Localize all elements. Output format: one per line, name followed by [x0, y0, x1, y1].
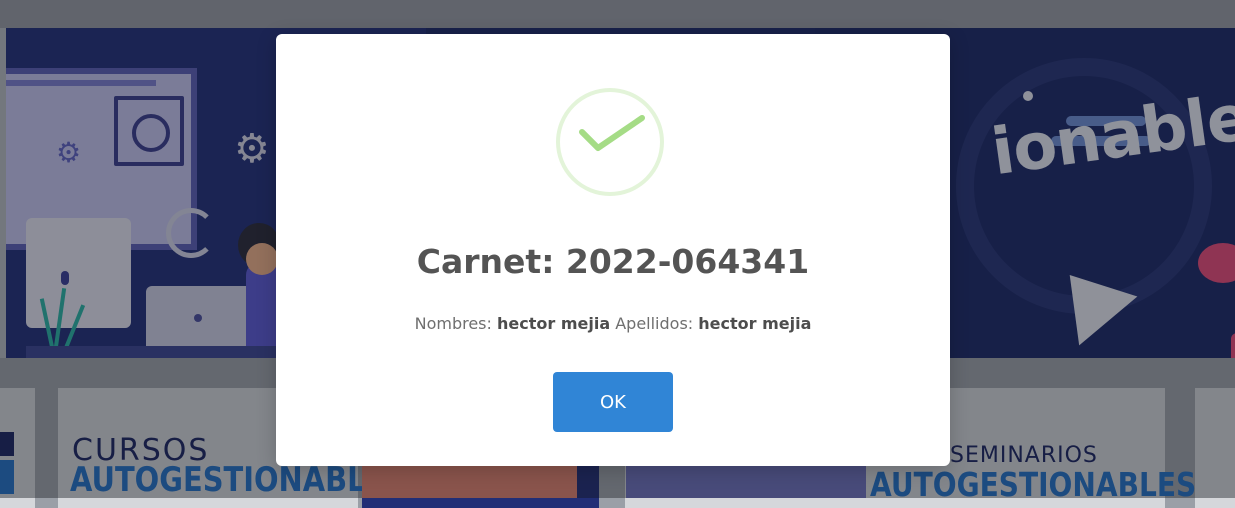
- apellidos-label: Apellidos:: [615, 314, 694, 333]
- dialog-title: Carnet: 2022-064341: [416, 242, 810, 281]
- success-dialog: Carnet: 2022-064341 Nombres: hector meji…: [276, 34, 950, 466]
- nombres-value: hector mejia: [497, 314, 611, 333]
- ok-button[interactable]: OK: [553, 372, 673, 432]
- dialog-message: Nombres: hector mejia Apellidos: hector …: [276, 314, 950, 333]
- nombres-label: Nombres:: [414, 314, 492, 333]
- apellidos-value: hector mejia: [698, 314, 812, 333]
- check-icon: [579, 115, 645, 151]
